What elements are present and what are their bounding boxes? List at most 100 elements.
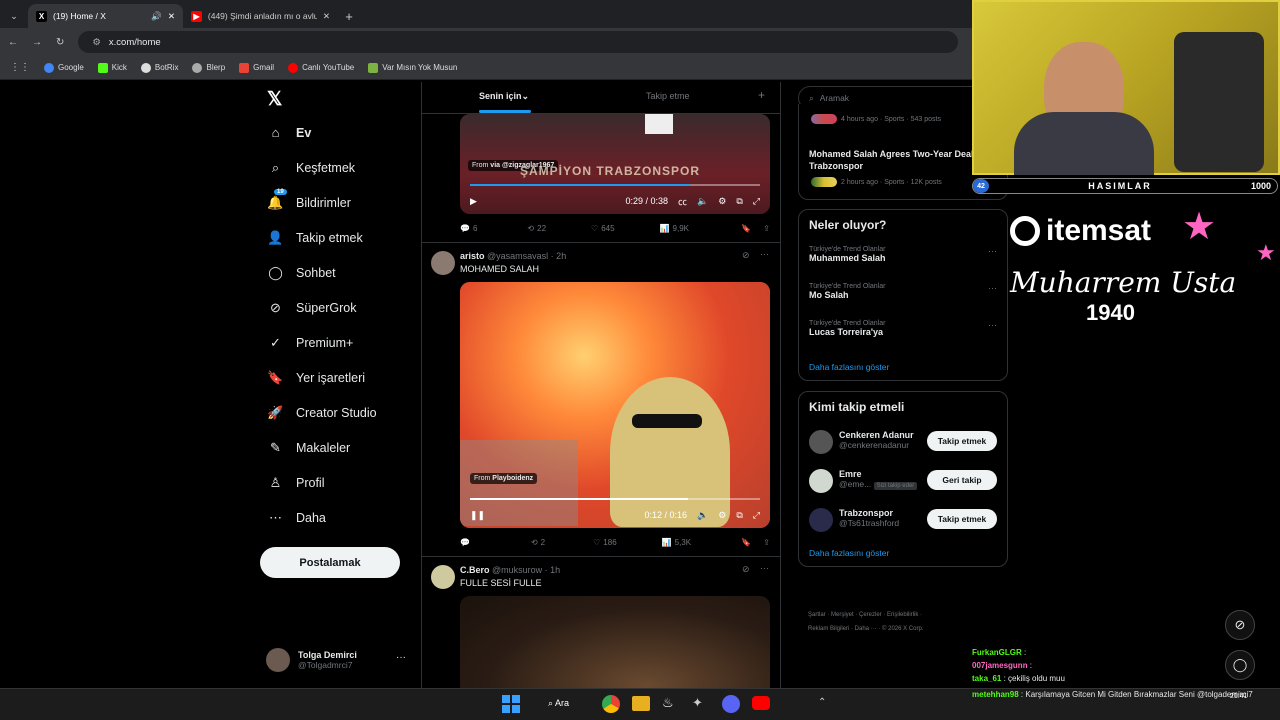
video-progress-track[interactable] bbox=[470, 498, 760, 500]
speaker-icon[interactable]: 🔊 bbox=[151, 11, 162, 22]
news-item[interactable]: 2 hours ago · Sports · 12K posts bbox=[811, 177, 942, 187]
tab-for-you[interactable]: Senin için⌄ bbox=[479, 91, 529, 102]
tab-following[interactable]: Takip etme bbox=[646, 91, 690, 101]
bookmark-youtube[interactable]: Canlı YouTube bbox=[288, 62, 354, 73]
bookmark-vmym[interactable]: Var Mısın Yok Musun bbox=[368, 62, 457, 73]
account-more-icon[interactable]: ··· bbox=[396, 652, 406, 663]
fullscreen-icon[interactable]: ⤢ bbox=[753, 510, 760, 521]
tab-search-icon[interactable]: ⌄ bbox=[0, 4, 28, 28]
tweet-video[interactable]: From Playboidenz ❚❚ 0:12 / 0:16 🔈 ⚙ ⧉ ⤢ bbox=[460, 282, 770, 528]
discord-icon[interactable] bbox=[722, 695, 740, 713]
tray-chevron-icon[interactable]: ⌃ bbox=[818, 697, 826, 708]
tweet-more-icon[interactable]: ··· bbox=[760, 249, 769, 259]
forward-icon[interactable]: → bbox=[32, 37, 42, 48]
pip-icon[interactable]: ⧉ bbox=[736, 510, 742, 521]
footer-links[interactable]: Şartlar · Merşiyet · Çerezler · Erişileb… bbox=[808, 608, 923, 636]
nav-home[interactable]: ⌂ Ev bbox=[268, 125, 312, 140]
nav-creator-studio[interactable]: 🚀 Creator Studio bbox=[267, 405, 376, 420]
bookmark-botrix[interactable]: BotRix bbox=[140, 62, 178, 73]
like-button[interactable]: ♡ 645 bbox=[591, 224, 615, 233]
who-item[interactable]: Cenkeren Adanur @cenkerenadanur bbox=[839, 430, 914, 450]
tweet-author[interactable]: aristo bbox=[460, 251, 485, 261]
youtube-icon[interactable] bbox=[752, 696, 770, 710]
tab-close-icon[interactable]: ✕ bbox=[168, 11, 175, 22]
browser-tab-youtube[interactable]: ▶ (449) Şimdi anladın mı o avludaki ✕ bbox=[183, 4, 338, 28]
captions-icon[interactable]: ㏄ bbox=[678, 195, 687, 208]
nav-more[interactable]: ⋯ Daha bbox=[268, 510, 326, 525]
nav-grok[interactable]: ⊘ SüperGrok bbox=[268, 300, 356, 315]
trend-item[interactable]: Türkiye'de Trend Olanlar Lucas Torreira'y… bbox=[809, 320, 885, 337]
pause-icon[interactable]: ❚❚ bbox=[470, 510, 485, 521]
settings-icon[interactable]: ⚙ bbox=[718, 196, 726, 207]
grok-icon[interactable]: ⊘ bbox=[742, 564, 750, 575]
trend-item[interactable]: Türkiye'de Trend Olanlar Mo Salah bbox=[809, 283, 885, 300]
avatar[interactable] bbox=[431, 251, 455, 275]
clock[interactable]: 21:41 bbox=[1230, 693, 1248, 700]
avatar[interactable] bbox=[431, 565, 455, 589]
pip-icon[interactable]: ⧉ bbox=[736, 196, 742, 207]
trend-item[interactable]: Türkiye'de Trend Olanlar Muhammed Salah bbox=[809, 246, 886, 263]
folder-icon[interactable] bbox=[632, 696, 650, 711]
views-button[interactable]: 📊 9,9K bbox=[660, 224, 689, 233]
taskbar-search[interactable]: ⌕ Ara bbox=[548, 698, 569, 709]
nav-chat[interactable]: ◯ Sohbet bbox=[268, 265, 335, 280]
grok-icon[interactable]: ⊘ bbox=[1225, 610, 1255, 640]
share-icon[interactable]: ⇪ bbox=[763, 538, 770, 547]
who-item[interactable]: Emre @eme... Sizi takip eder bbox=[839, 469, 918, 490]
views-button[interactable]: 📊 5,3K bbox=[662, 538, 691, 547]
fullscreen-icon[interactable]: ⤢ bbox=[753, 196, 760, 207]
tab-close-icon[interactable]: ✕ bbox=[323, 11, 330, 22]
new-tab-icon[interactable]: + bbox=[338, 4, 360, 28]
show-more-link[interactable]: Daha fazlasını göster bbox=[809, 548, 889, 558]
bookmark-tweet-icon[interactable]: 🔖 bbox=[741, 538, 751, 547]
chrome-icon[interactable] bbox=[602, 695, 620, 713]
tweet-author[interactable]: C.Bero bbox=[460, 565, 490, 575]
reply-button[interactable]: 💬 bbox=[460, 538, 473, 547]
grok-icon[interactable]: ⊘ bbox=[742, 250, 750, 261]
apps-icon[interactable]: ⋮⋮ bbox=[10, 62, 30, 73]
nav-articles[interactable]: ✎ Makaleler bbox=[268, 440, 350, 455]
reload-icon[interactable]: ↻ bbox=[56, 37, 64, 48]
nav-notifications[interactable]: 🔔 19 Bildirimler bbox=[267, 189, 351, 210]
app-icon[interactable]: ✦ bbox=[692, 695, 703, 711]
back-icon[interactable]: ← bbox=[8, 37, 18, 48]
tweet-video[interactable]: From via @zigzaglar1967 ŞAMPİYON TRABZON… bbox=[460, 114, 770, 214]
tweet-video[interactable] bbox=[460, 596, 770, 688]
tweet-more-icon[interactable]: ··· bbox=[760, 563, 769, 573]
who-item[interactable]: Trabzonspor @Ts61trashford bbox=[839, 508, 899, 528]
account-switcher[interactable]: Tolga Demirci @Tolgadmrci7 ··· bbox=[266, 648, 406, 672]
share-icon[interactable]: ⇪ bbox=[763, 224, 770, 233]
x-logo-icon[interactable]: 𝕏 bbox=[267, 88, 282, 111]
avatar[interactable] bbox=[809, 508, 833, 532]
nav-profile[interactable]: ♙ Profil bbox=[268, 475, 325, 490]
address-bar[interactable]: ⚙ x.com/home bbox=[78, 31, 959, 53]
post-button[interactable]: Postalamak bbox=[260, 547, 400, 578]
bookmark-kick[interactable]: Kick bbox=[97, 62, 127, 73]
bookmark-google[interactable]: Google bbox=[44, 62, 84, 73]
repost-button[interactable]: ⟲ 22 bbox=[527, 224, 546, 233]
settings-icon[interactable]: ⚙ bbox=[718, 510, 726, 521]
start-icon[interactable] bbox=[502, 695, 520, 713]
volume-icon[interactable]: 🔈 bbox=[697, 510, 708, 521]
bookmark-blerp[interactable]: Blerp bbox=[192, 62, 225, 73]
reply-button[interactable]: 💬 6 bbox=[460, 224, 477, 233]
volume-icon[interactable]: 🔈 bbox=[697, 196, 708, 207]
browser-tab-x[interactable]: X (19) Home / X 🔊 ✕ bbox=[28, 4, 183, 28]
add-tab-icon[interactable]: + bbox=[758, 88, 765, 102]
site-info-icon[interactable]: ⚙ bbox=[92, 37, 101, 48]
avatar[interactable] bbox=[809, 430, 833, 454]
repost-button[interactable]: ⟲ 2 bbox=[531, 538, 545, 547]
show-more-link[interactable]: Daha fazlasını göster bbox=[809, 362, 889, 372]
news-item[interactable]: 4 hours ago · Sports · 543 posts bbox=[811, 114, 941, 124]
video-progress-track[interactable] bbox=[470, 184, 760, 186]
nav-premium[interactable]: ✓ Premium+ bbox=[268, 335, 353, 350]
play-icon[interactable]: ▶ bbox=[470, 196, 477, 207]
nav-follow[interactable]: 👤 Takip etmek bbox=[267, 230, 362, 245]
nav-bookmarks[interactable]: 🔖 Yer işaretleri bbox=[267, 370, 365, 385]
bookmark-gmail[interactable]: Gmail bbox=[239, 62, 274, 73]
bookmark-tweet-icon[interactable]: 🔖 bbox=[741, 224, 751, 233]
avatar[interactable] bbox=[809, 469, 833, 493]
nav-explore[interactable]: ⌕ Keşfetmek bbox=[268, 160, 355, 175]
steam-icon[interactable]: ♨ bbox=[662, 695, 674, 711]
like-button[interactable]: ♡ 186 bbox=[593, 538, 617, 547]
